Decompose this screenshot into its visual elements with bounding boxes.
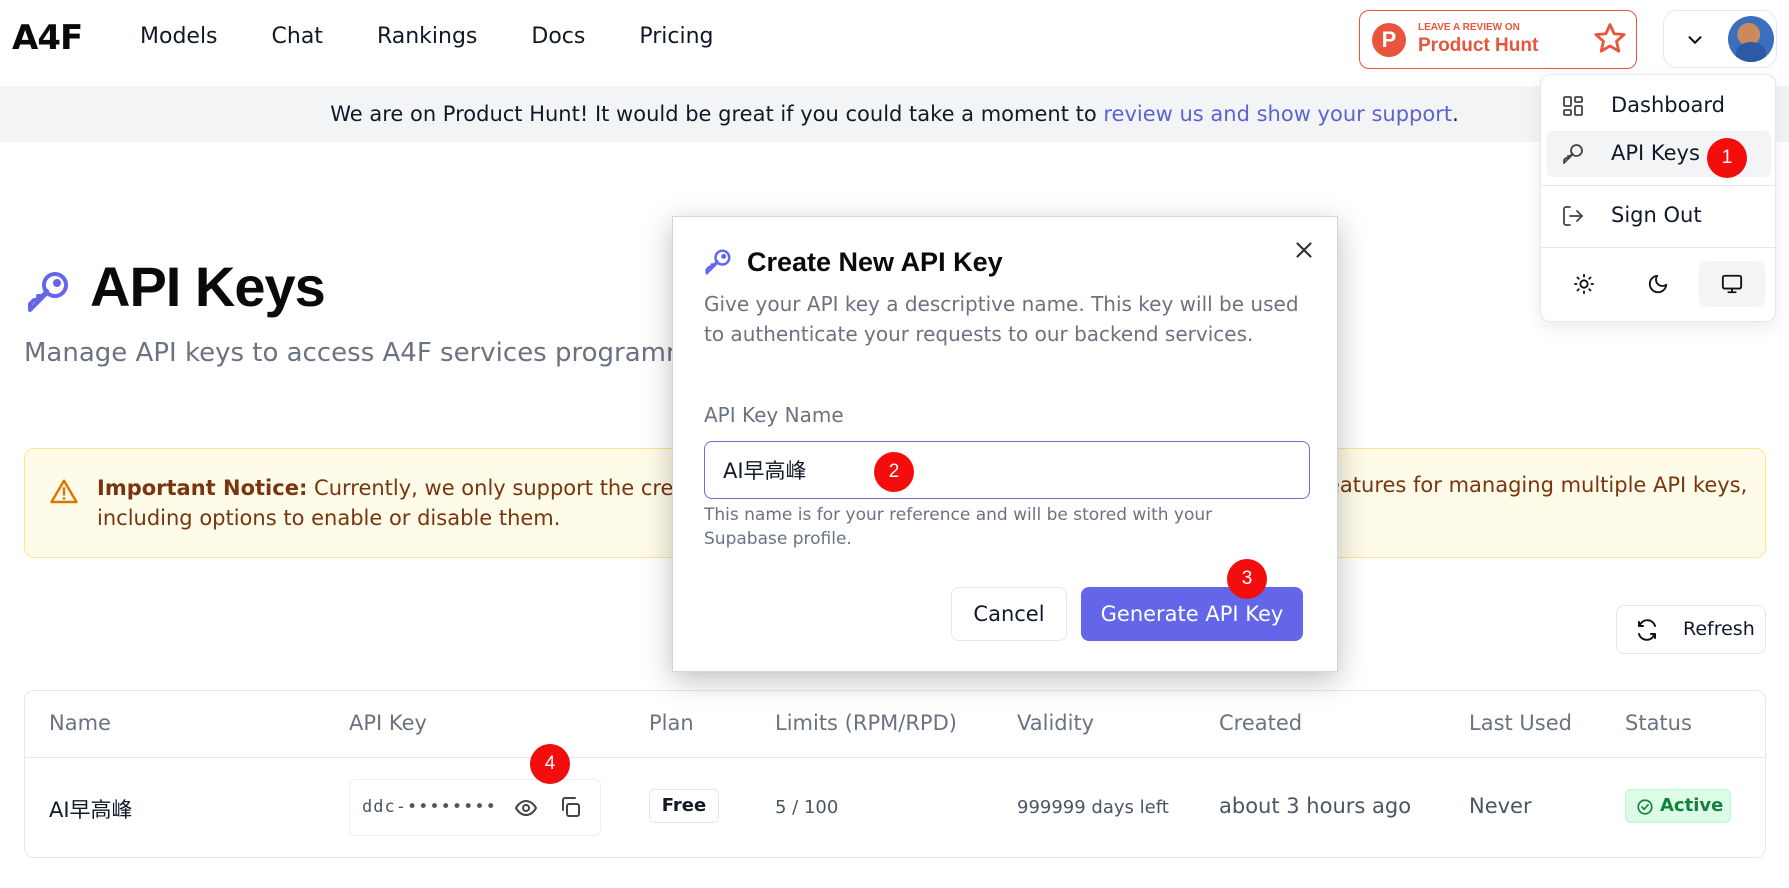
product-hunt-badge[interactable]: P LEAVE A REVIEW ON Product Hunt <box>1359 10 1637 69</box>
sun-icon <box>1573 273 1595 295</box>
banner-suffix: . <box>1452 102 1459 126</box>
step-marker-1: 1 <box>1707 138 1747 178</box>
user-dropdown-menu: Dashboard API Keys Sign Out <box>1540 74 1776 322</box>
row-name: AI早高峰 <box>49 798 133 822</box>
modal-title: Create New API Key <box>747 247 1003 277</box>
nav-docs[interactable]: Docs <box>531 24 585 49</box>
menu-label-api-keys: API Keys <box>1611 141 1700 165</box>
menu-label-sign-out: Sign Out <box>1611 203 1702 227</box>
table-header: Name API Key Plan Limits (RPM/RPD) Valid… <box>25 691 1765 758</box>
theme-system-button[interactable] <box>1699 261 1765 307</box>
refresh-button[interactable]: Refresh <box>1616 605 1766 654</box>
announcement-banner: We are on Product Hunt! It would be grea… <box>0 86 1789 142</box>
refresh-icon <box>1638 619 1656 641</box>
key-icon <box>28 272 68 312</box>
step-marker-3: 3 <box>1227 559 1267 599</box>
status-label: Active <box>1660 795 1724 816</box>
row-last-used: Never <box>1469 794 1532 818</box>
warning-icon <box>50 479 78 504</box>
nav-chat[interactable]: Chat <box>272 24 323 49</box>
product-hunt-logo-icon: P <box>1372 23 1406 57</box>
theme-dark-button[interactable] <box>1625 261 1691 307</box>
page-subtitle: Manage API keys to access A4F services p… <box>24 338 674 368</box>
user-menu-button[interactable] <box>1663 10 1777 68</box>
notice-text: Important Notice: Currently, we only sup… <box>97 473 737 533</box>
banner-review-link[interactable]: review us and show your support <box>1103 102 1452 126</box>
api-key-name-input[interactable] <box>704 441 1310 499</box>
status-badge: Active <box>1625 789 1731 823</box>
banner-text: We are on Product Hunt! It would be grea… <box>330 102 1104 126</box>
dashboard-icon <box>1563 96 1583 116</box>
monitor-icon <box>1721 274 1743 294</box>
menu-divider <box>1541 185 1775 186</box>
product-hunt-big-text: Product Hunt <box>1418 35 1539 56</box>
row-limits: 5 / 100 <box>775 797 839 818</box>
menu-label-dashboard: Dashboard <box>1611 93 1725 117</box>
key-icon <box>705 249 731 275</box>
moon-icon <box>1648 274 1668 294</box>
check-circle-icon <box>1637 799 1653 815</box>
menu-item-sign-out[interactable]: Sign Out <box>1547 193 1771 239</box>
col-limits: Limits (RPM/RPD) <box>775 711 957 735</box>
sign-out-icon <box>1563 206 1583 226</box>
col-created: Created <box>1219 711 1303 735</box>
col-api-key: API Key <box>349 711 427 735</box>
col-validity: Validity <box>1017 711 1095 735</box>
step-marker-2: 2 <box>874 452 914 492</box>
modal-description: Give your API key a descriptive name. Th… <box>704 292 1299 346</box>
api-keys-table: Name API Key Plan Limits (RPM/RPD) Valid… <box>24 690 1766 858</box>
create-api-key-modal: Create New API Key Give your API key a d… <box>672 216 1338 672</box>
logo[interactable]: A4F <box>12 18 83 58</box>
col-last-used: Last Used <box>1469 711 1572 735</box>
plan-badge: Free <box>649 789 719 823</box>
api-key-name-label: API Key Name <box>704 403 844 427</box>
menu-divider <box>1541 247 1775 248</box>
eye-icon[interactable] <box>514 796 538 820</box>
col-name: Name <box>49 711 111 735</box>
api-key-field: ddc-•••••••• <box>349 779 601 836</box>
refresh-label: Refresh <box>1683 618 1755 640</box>
chevron-down-icon <box>1688 36 1702 44</box>
avatar <box>1728 16 1774 62</box>
col-plan: Plan <box>649 711 694 735</box>
api-key-name-help: This name is for your reference and will… <box>704 505 1213 549</box>
nav-pricing[interactable]: Pricing <box>639 24 713 49</box>
col-status: Status <box>1625 711 1692 735</box>
page-title: API Keys <box>90 255 326 318</box>
main-nav: Models Chat Rankings Docs Pricing <box>140 24 768 49</box>
notice-line2: including options to enable or disable t… <box>97 506 561 530</box>
notice-bold: Important Notice: <box>97 476 308 500</box>
cancel-button[interactable]: Cancel <box>951 587 1067 641</box>
product-hunt-small-text: LEAVE A REVIEW ON <box>1418 22 1520 33</box>
nav-rankings[interactable]: Rankings <box>377 24 477 49</box>
theme-light-button[interactable] <box>1551 261 1617 307</box>
step-marker-4: 4 <box>530 744 570 784</box>
notice-body: Currently, we only support the creatio <box>307 476 714 500</box>
generate-api-key-button[interactable]: Generate API Key <box>1081 587 1303 641</box>
menu-item-dashboard[interactable]: Dashboard <box>1547 83 1771 129</box>
top-header: A4F Models Chat Rankings Docs Pricing P … <box>0 0 1789 86</box>
row-created: about 3 hours ago <box>1219 794 1412 818</box>
notice-right-text: eatures for managing multiple API keys, <box>1327 473 1748 497</box>
copy-icon[interactable] <box>558 795 582 819</box>
close-icon[interactable] <box>1291 237 1317 263</box>
key-icon <box>1563 144 1583 164</box>
nav-models[interactable]: Models <box>140 24 218 49</box>
api-key-masked: ddc-•••••••• <box>362 797 497 817</box>
star-icon <box>1594 23 1626 53</box>
row-validity: 999999 days left <box>1017 797 1169 818</box>
